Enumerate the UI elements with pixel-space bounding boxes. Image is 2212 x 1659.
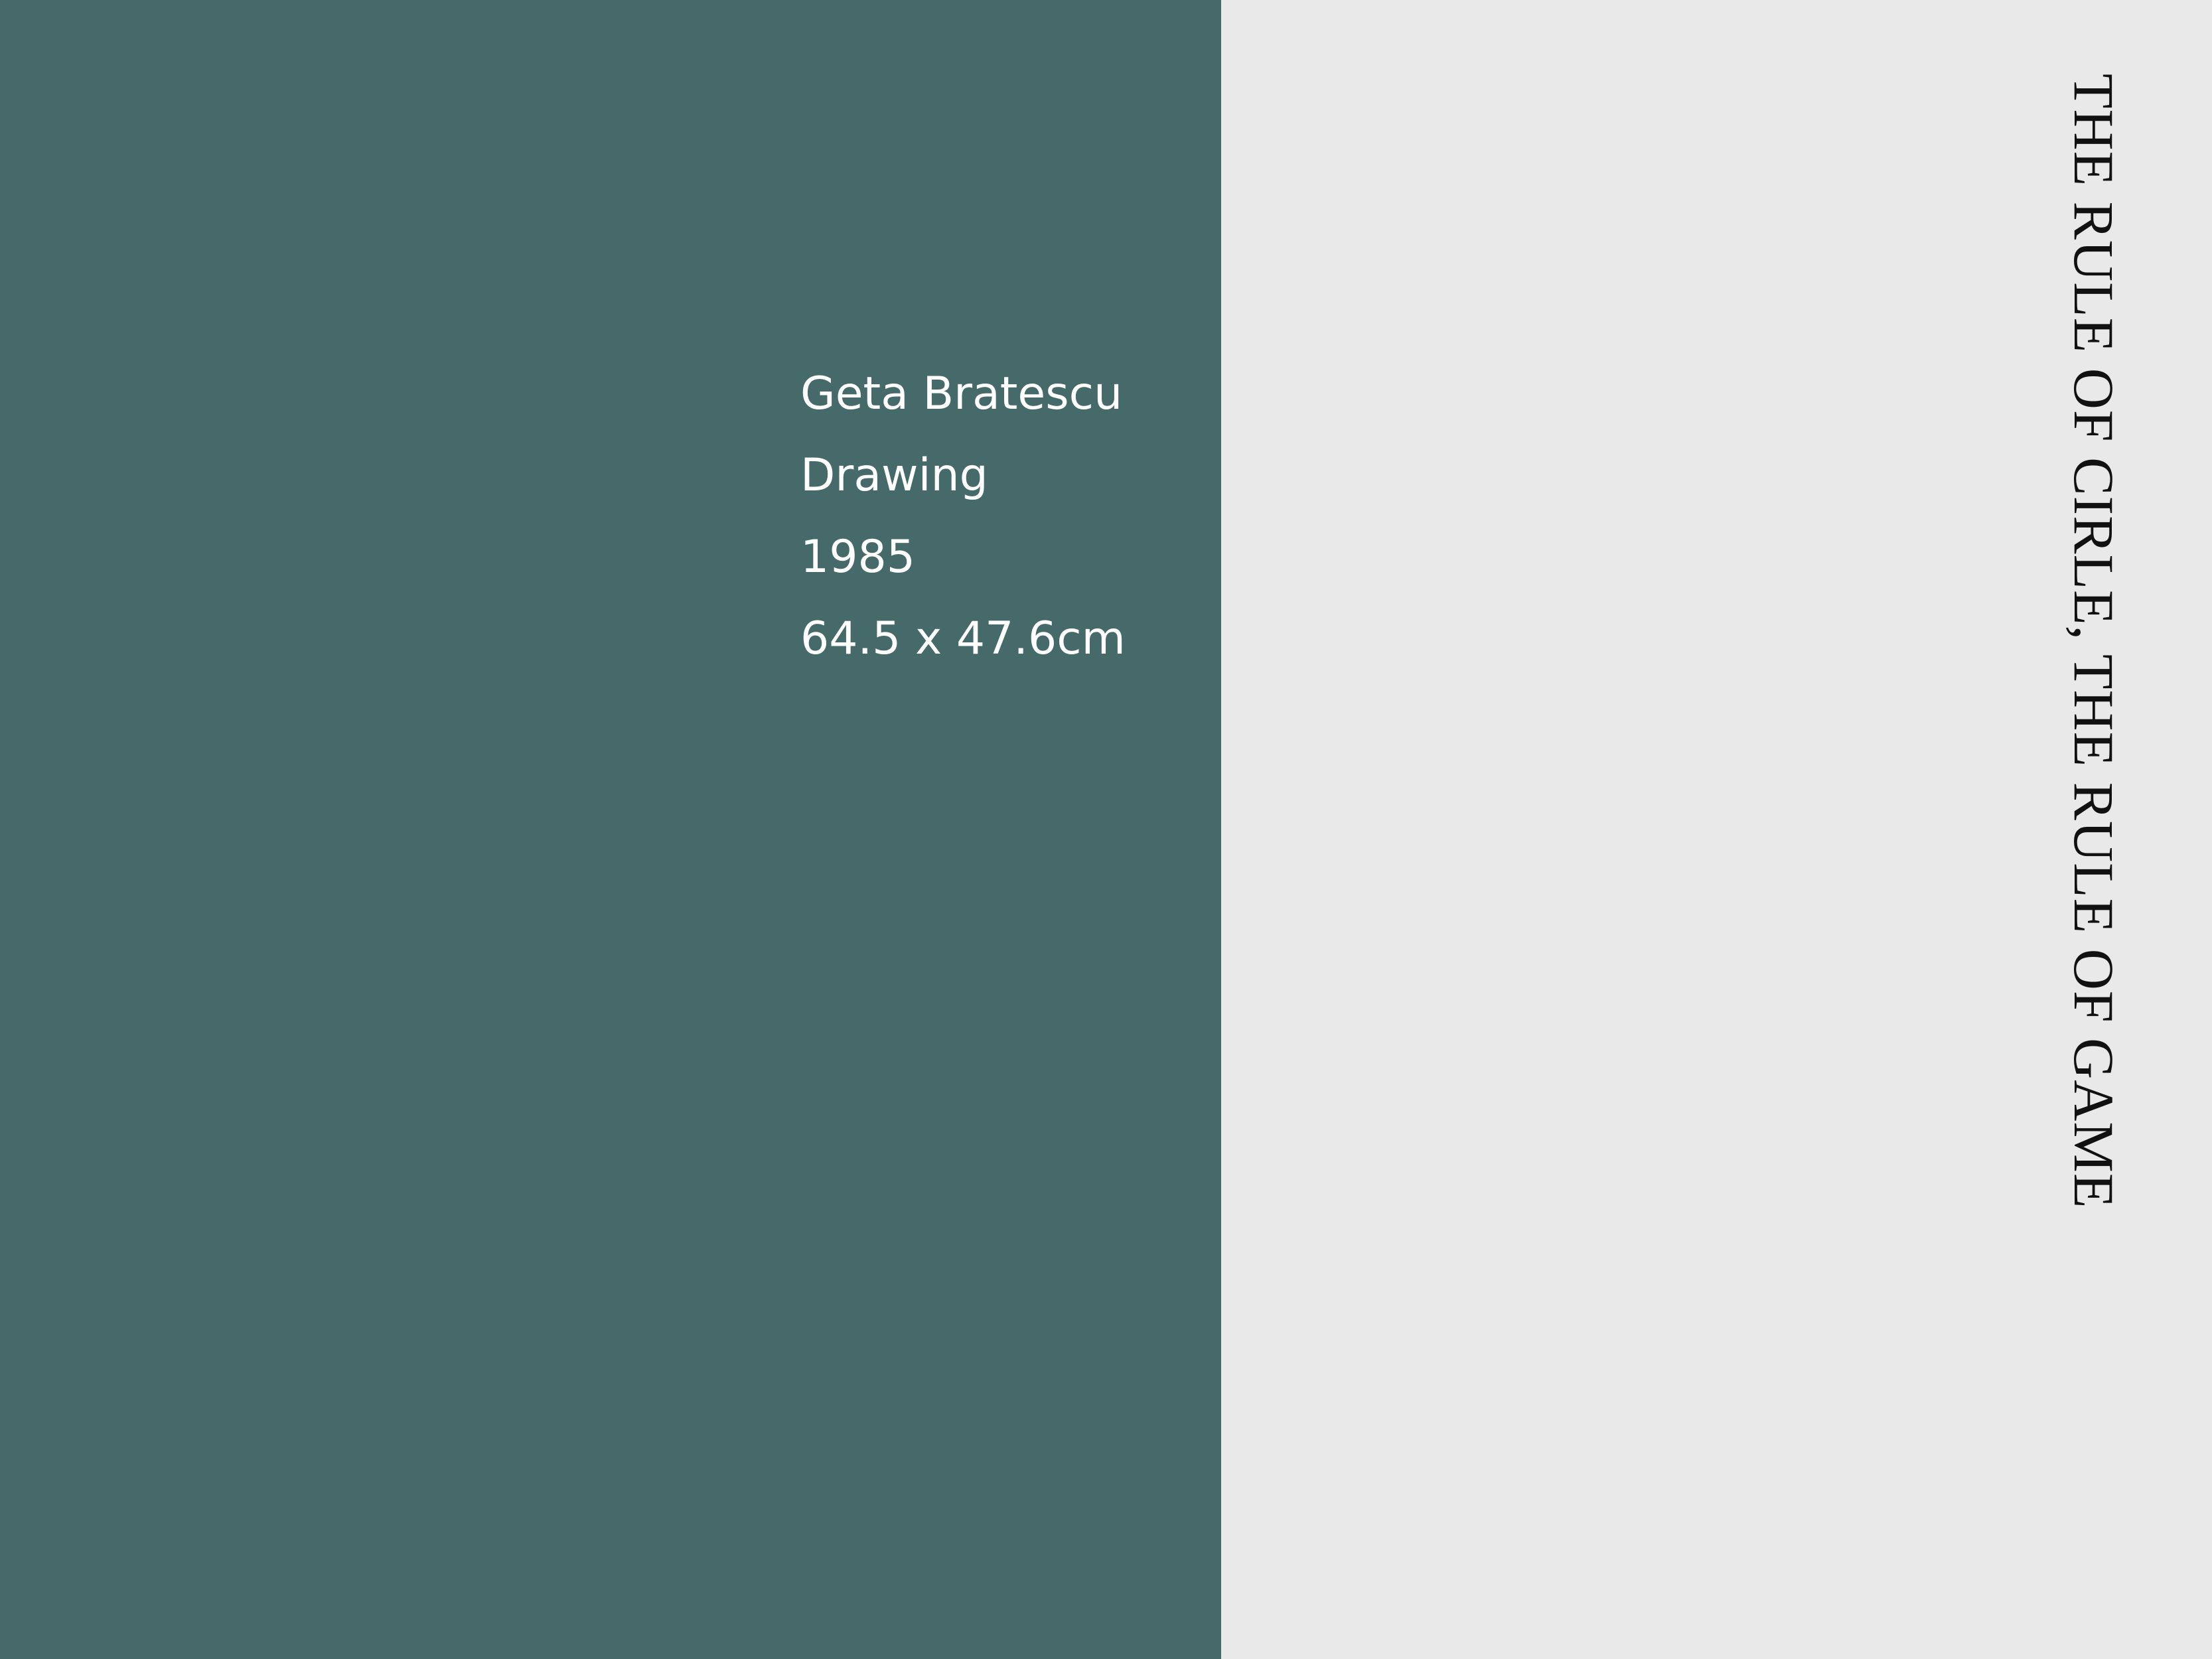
left-color-panel: Geta Bratescu Drawing 1985 64.5 x 47.6cm bbox=[0, 0, 1221, 1659]
artwork-medium: Drawing bbox=[800, 449, 988, 502]
vertical-title: THE RULE OF CIRLE, THE RULE OF GAME bbox=[2062, 74, 2126, 1209]
artwork-info: Geta Bratescu Drawing 1985 64.5 x 47.6cm bbox=[800, 353, 1126, 680]
artwork-dimensions: 64.5 x 47.6cm bbox=[800, 613, 1126, 665]
artwork-year: 1985 bbox=[800, 531, 916, 583]
artist-name: Geta Bratescu bbox=[800, 368, 1123, 420]
